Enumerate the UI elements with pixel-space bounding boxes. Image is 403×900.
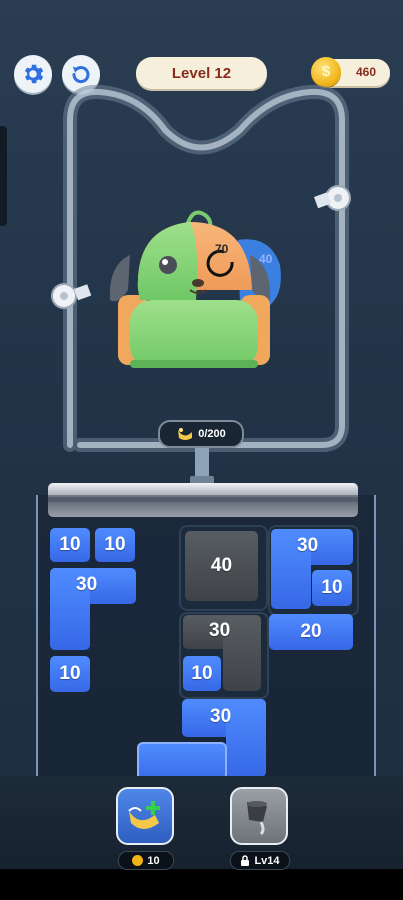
block-30-l-shape[interactable]: 30 — [50, 568, 136, 650]
right-nozzle-icon — [314, 185, 351, 211]
water-add-icon — [128, 801, 160, 829]
booster-add-water[interactable] — [116, 787, 174, 845]
bag-progress: 0/200 — [158, 420, 244, 448]
booster-cost: 10 — [118, 851, 174, 870]
block-40-gray[interactable]: 40 — [185, 531, 258, 601]
booster-panel — [0, 776, 403, 869]
block-10[interactable]: 10 — [50, 656, 90, 692]
block-10[interactable]: 10 — [95, 528, 135, 562]
water-fill-icon — [178, 428, 193, 440]
drain-connector — [195, 448, 209, 480]
bucket-icon — [247, 801, 267, 836]
lock-icon — [241, 855, 250, 866]
bag-progress-text: 0/200 — [198, 428, 226, 440]
block-10[interactable]: 10 — [50, 528, 90, 562]
booster-pour-bucket[interactable] — [230, 787, 288, 845]
backpack-target — [109, 210, 281, 368]
left-nozzle-icon — [51, 283, 92, 309]
bag-layer-label-1: 70 — [215, 242, 229, 256]
navigation-bar — [0, 869, 403, 900]
bag-layer-label-2: 40 — [259, 252, 273, 266]
coin-icon — [132, 855, 144, 866]
block-10[interactable]: 10 — [312, 570, 352, 606]
block-10[interactable]: 10 — [183, 656, 221, 691]
booster-lock: Lv14 — [230, 851, 290, 870]
block-20[interactable]: 20 — [269, 614, 353, 650]
